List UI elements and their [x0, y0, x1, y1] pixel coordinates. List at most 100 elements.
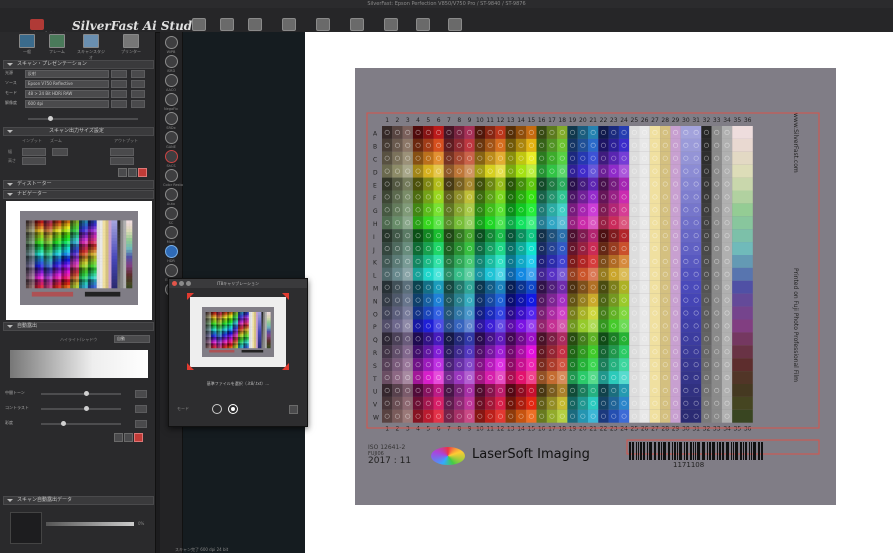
- tool-11[interactable]: HDR: [163, 245, 179, 263]
- left-tab-3[interactable]: プリンター: [116, 34, 146, 55]
- delete-button[interactable]: [138, 168, 147, 177]
- color-patch: [464, 306, 475, 320]
- row-aux-button[interactable]: [131, 90, 145, 98]
- mini-patch: [129, 252, 133, 256]
- mini-patch: [234, 312, 237, 314]
- collapse-triangle-icon[interactable]: [7, 499, 13, 502]
- mini-patch: [238, 315, 240, 317]
- left-tab-0[interactable]: 一般: [12, 34, 42, 55]
- option-ring-icon[interactable]: [212, 404, 222, 414]
- zoom-field[interactable]: [52, 148, 68, 156]
- reset-button[interactable]: [118, 168, 127, 177]
- collapse-triangle-icon[interactable]: [7, 63, 13, 66]
- mini-patch: [209, 329, 212, 331]
- row-aux-field[interactable]: [111, 70, 127, 78]
- corner-arrow-top-left-icon[interactable]: [187, 293, 194, 300]
- adjust-slider[interactable]: [41, 406, 121, 411]
- collapse-triangle-icon[interactable]: [7, 325, 13, 328]
- mini-patch: [254, 321, 257, 324]
- mini-patch: [250, 316, 253, 319]
- color-patch: [577, 177, 588, 191]
- delete-adjust-button[interactable]: [134, 433, 143, 442]
- tool-10[interactable]: Multi: [163, 226, 179, 244]
- mini-patch: [96, 240, 100, 245]
- slider-knob[interactable]: [61, 421, 66, 426]
- mini-patch: [221, 319, 224, 322]
- slider-knob[interactable]: [84, 406, 89, 411]
- lock-button[interactable]: [128, 168, 137, 177]
- left-tab-2[interactable]: スキャンスタジオ: [76, 34, 106, 61]
- input-height-field[interactable]: [22, 157, 46, 165]
- collapse-triangle-icon[interactable]: [7, 130, 13, 133]
- section-navigator[interactable]: ナビゲーター: [3, 190, 154, 199]
- reference-caption[interactable]: 基準ファイルを選択（.it8/.txt）...: [169, 381, 307, 387]
- window-titlebar[interactable]: IT8キャリブレーション: [169, 279, 307, 288]
- tool-4[interactable]: SRDx: [163, 112, 179, 130]
- mini-patch: [34, 249, 38, 253]
- section-histogram[interactable]: 自動露出: [3, 322, 154, 331]
- tool-5[interactable]: GANE: [163, 131, 179, 149]
- gradation-bar[interactable]: [10, 350, 148, 378]
- color-patch: [588, 396, 599, 410]
- corner-arrow-bottom-left-icon[interactable]: [187, 363, 194, 370]
- output-height-field[interactable]: [110, 157, 134, 165]
- row-select[interactable]: Epson V750 Reflective: [25, 80, 109, 88]
- mini-patch: [96, 258, 100, 262]
- tool-6[interactable]: ShCS: [163, 150, 179, 168]
- mini-patch: [236, 337, 239, 339]
- section-saturation[interactable]: スキャン自動露出データ: [3, 496, 154, 505]
- mini-patch: [52, 276, 56, 280]
- row-select[interactable]: 600 dpi: [25, 100, 109, 108]
- row-aux-field[interactable]: [111, 100, 127, 108]
- adjust-field[interactable]: [135, 420, 147, 428]
- tool-0[interactable]: WiPB: [163, 36, 179, 54]
- mini-patch: [96, 264, 100, 268]
- auto-button[interactable]: [114, 433, 123, 442]
- row-select[interactable]: 48 > 24 Bit HDRi RAW: [25, 90, 109, 98]
- mini-patch: [241, 321, 244, 324]
- row-aux-button[interactable]: [131, 100, 145, 108]
- left-tab-1[interactable]: フレーム: [42, 34, 72, 55]
- tool-3[interactable]: NegaFix: [163, 93, 179, 111]
- adjust-slider[interactable]: [41, 391, 121, 396]
- collapse-triangle-icon[interactable]: [7, 183, 13, 186]
- tool-8[interactable]: Auto: [163, 188, 179, 206]
- corner-arrow-bottom-right-icon[interactable]: [282, 363, 289, 370]
- mini-patch: [263, 318, 266, 321]
- row-aux-field[interactable]: [111, 90, 127, 98]
- section-scan-settings[interactable]: スキャン・プレゼンテーション: [3, 60, 154, 69]
- slider-knob[interactable]: [84, 391, 89, 396]
- slider-knob[interactable]: [48, 116, 53, 121]
- row-value: 48 > 24 Bit HDRi RAW: [28, 91, 73, 96]
- mini-patch: [79, 285, 83, 289]
- gradation-select[interactable]: 自動: [114, 335, 150, 343]
- adjust-field[interactable]: [135, 405, 147, 413]
- collapse-triangle-icon[interactable]: [7, 193, 13, 196]
- row-aux-field[interactable]: [111, 80, 127, 88]
- mini-patch: [239, 344, 242, 347]
- navigator-thumbnail[interactable]: [6, 201, 152, 320]
- row-aux-button[interactable]: [131, 70, 145, 78]
- start-button[interactable]: [228, 404, 238, 414]
- row-select[interactable]: 反射: [25, 70, 109, 78]
- mini-patch: [46, 243, 50, 248]
- row-aux-button[interactable]: [131, 80, 145, 88]
- input-width-field[interactable]: [22, 148, 46, 156]
- adjust-field[interactable]: [135, 390, 147, 398]
- saturation-slider[interactable]: [46, 522, 134, 526]
- tool-1[interactable]: iSRD: [163, 55, 179, 73]
- reset-adjust-button[interactable]: [124, 433, 133, 442]
- mini-patch: [102, 252, 106, 256]
- sharpen-slider[interactable]: [28, 116, 138, 121]
- it8-calibration-window[interactable]: IT8キャリブレーション 基準ファイルを選択（.it8/.txt）... モード: [168, 278, 308, 427]
- tool-2[interactable]: AACO: [163, 74, 179, 92]
- section-output-size[interactable]: スキャン出力サイズ設定: [3, 127, 154, 136]
- mini-patch: [245, 321, 248, 324]
- corner-arrow-top-right-icon[interactable]: [282, 293, 289, 300]
- settings-button[interactable]: [289, 405, 298, 414]
- section-dust[interactable]: ディストーター: [3, 180, 154, 189]
- tool-9[interactable]: SC: [163, 207, 179, 225]
- adjust-slider[interactable]: [41, 421, 121, 426]
- tool-7[interactable]: Color Restoration: [163, 169, 193, 187]
- output-width-field[interactable]: [110, 148, 134, 156]
